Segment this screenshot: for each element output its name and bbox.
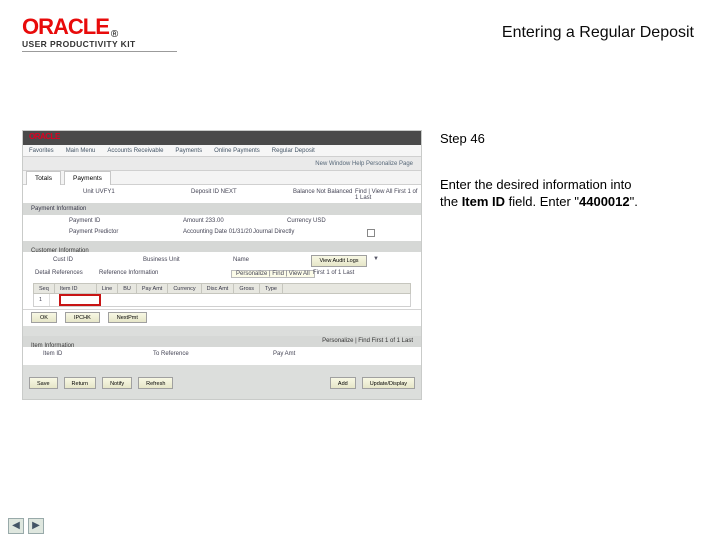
journal-checkbox[interactable] bbox=[367, 229, 375, 237]
tab-payments[interactable]: Payments bbox=[64, 171, 111, 186]
crumb[interactable]: Online Payments bbox=[208, 145, 266, 157]
step-label: Step 46 bbox=[440, 130, 690, 148]
item-id-label: Item ID bbox=[43, 351, 62, 357]
crumb[interactable]: Accounts Receivable bbox=[101, 145, 169, 157]
pay-amt-label: Pay Amt bbox=[273, 351, 295, 357]
action-buttons: OK IPCHK NextPmt bbox=[23, 310, 421, 326]
prev-slide-button[interactable]: ◀ bbox=[8, 518, 24, 534]
cell-seq: 1 bbox=[34, 294, 50, 306]
grid-nav[interactable]: Personalize | Find First 1 of 1 Last bbox=[314, 336, 421, 347]
personalize-badge[interactable]: Personalize | Find | View All bbox=[231, 270, 315, 278]
field-name: Item ID bbox=[462, 194, 505, 209]
instruction-line1: Enter the desired information into bbox=[440, 177, 632, 192]
refresh-button[interactable]: Refresh bbox=[138, 377, 173, 389]
grid-header: Seq Item ID Line BU Pay Amt Currency Dis… bbox=[33, 283, 411, 294]
page-title: Entering a Regular Deposit bbox=[502, 24, 694, 42]
crumb[interactable]: Regular Deposit bbox=[266, 145, 321, 157]
view-audit-logs-button[interactable]: View Audit Logs bbox=[311, 255, 367, 267]
breadcrumb-bar: Favorites Main Menu Accounts Receivable … bbox=[23, 145, 421, 157]
next-slide-button[interactable]: ▶ bbox=[28, 518, 44, 534]
tab-totals[interactable]: Totals bbox=[26, 171, 61, 186]
nav-links[interactable]: Find | View All First 1 of 1 Last bbox=[355, 189, 421, 201]
return-button[interactable]: Return bbox=[64, 377, 97, 389]
business-unit: Business Unit bbox=[143, 257, 180, 263]
cust-id: Cust ID bbox=[53, 257, 73, 263]
section-item-info: Item Information Personalize | Find Firs… bbox=[23, 336, 421, 347]
amount: Amount 233.00 bbox=[183, 218, 224, 224]
summary-row: Unit UVFY1 Deposit ID NEXT Balance Not B… bbox=[23, 185, 421, 203]
payment-id: Payment ID bbox=[69, 218, 100, 224]
section-customer-info: Customer Information bbox=[23, 241, 421, 252]
save-button[interactable]: Save bbox=[29, 377, 58, 389]
update-display-button[interactable]: Update/Display bbox=[362, 377, 415, 389]
tab-strip: Totals Payments bbox=[23, 171, 421, 185]
crumb[interactable]: Favorites bbox=[23, 145, 60, 157]
to-reference-label: To Reference bbox=[153, 351, 189, 357]
add-button[interactable]: Add bbox=[330, 377, 356, 389]
slide-pager: ◀ ▶ bbox=[8, 518, 44, 534]
instruction-panel: Step 46 Enter the desired information in… bbox=[440, 130, 690, 400]
app-brand-bar: ORACLE bbox=[23, 131, 421, 145]
unit-field: Unit UVFY1 bbox=[83, 189, 115, 195]
instruction-frag: field. Enter " bbox=[505, 194, 579, 209]
header-divider bbox=[22, 51, 177, 52]
payment-predictor: Payment Predictor bbox=[69, 229, 118, 235]
section-title: Payment Information bbox=[23, 203, 86, 215]
accounting-date: Accounting Date 01/31/20 bbox=[183, 229, 252, 235]
crumb[interactable]: Payments bbox=[169, 145, 208, 157]
app-brand: ORACLE bbox=[29, 132, 60, 141]
instruction-frag: ". bbox=[630, 194, 638, 209]
content-row: ORACLE Favorites Main Menu Accounts Rece… bbox=[22, 130, 690, 400]
app-screenshot: ORACLE Favorites Main Menu Accounts Rece… bbox=[22, 130, 422, 400]
instruction-frag: the bbox=[440, 194, 462, 209]
balance-field: Balance Not Balanced bbox=[293, 189, 352, 195]
journal-directly: Journal Directly bbox=[253, 229, 294, 235]
currency: Currency USD bbox=[287, 218, 326, 224]
notify-button[interactable]: Notify bbox=[102, 377, 132, 389]
cust-name: Name bbox=[233, 257, 249, 263]
entry-value: 4400012 bbox=[579, 194, 630, 209]
item-id-highlight[interactable] bbox=[59, 294, 101, 306]
reference-panel: Cust ID Business Unit Name View Audit Lo… bbox=[23, 252, 421, 310]
reference-info-header: Reference Information bbox=[99, 270, 158, 276]
ipchk-button[interactable]: IPCHK bbox=[65, 312, 100, 323]
expand-icon[interactable]: ▼ bbox=[373, 256, 379, 262]
grid-nav[interactable]: First 1 of 1 Last bbox=[313, 270, 354, 276]
toolbar: New Window Help Personalize Page bbox=[23, 157, 421, 171]
instruction-text: Enter the desired information into the I… bbox=[440, 176, 690, 211]
ok-button[interactable]: OK bbox=[31, 312, 57, 323]
section-payment-info: Payment Information bbox=[23, 203, 421, 215]
oracle-wordmark: ORACLE bbox=[22, 14, 109, 40]
deposit-id-field: Deposit ID NEXT bbox=[191, 189, 237, 195]
detail-references-label: Detail References bbox=[35, 270, 83, 276]
toolbar-links[interactable]: New Window Help Personalize Page bbox=[307, 157, 421, 171]
item-info-row: Item ID To Reference Pay Amt bbox=[23, 347, 421, 365]
footer-buttons: Save Return Notify Refresh Update/Displa… bbox=[23, 375, 421, 393]
next-pmt-button[interactable]: NextPmt bbox=[108, 312, 147, 323]
payment-fields: Payment ID Amount 233.00 Currency USD Pa… bbox=[23, 215, 421, 241]
crumb[interactable]: Main Menu bbox=[60, 145, 102, 157]
